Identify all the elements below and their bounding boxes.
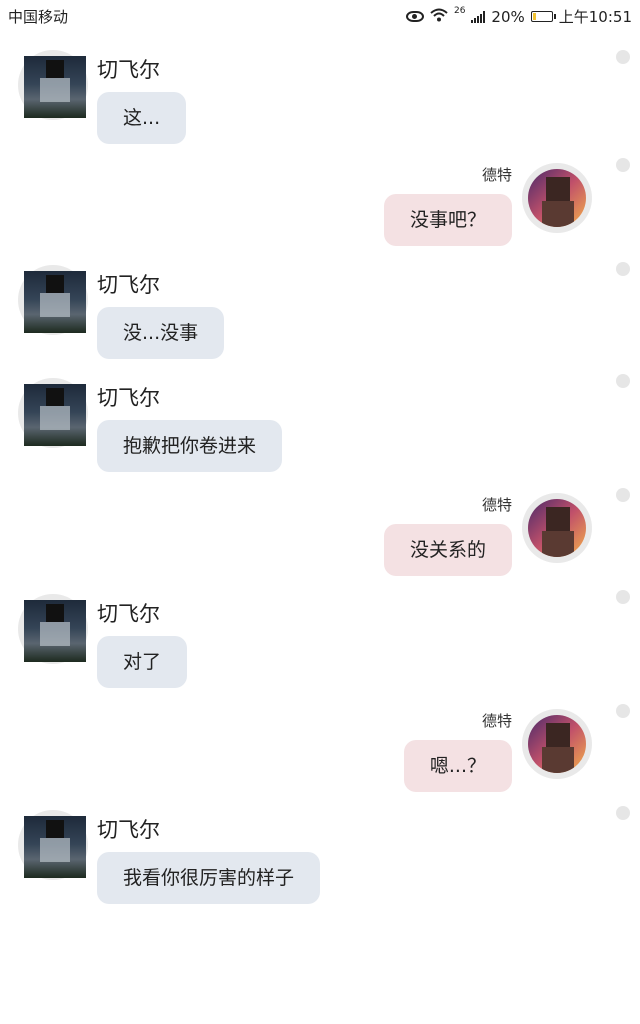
network-type-label: 26 bbox=[453, 6, 466, 16]
wifi-icon bbox=[430, 8, 448, 26]
status-dot bbox=[616, 806, 630, 820]
sender-name: 德特 bbox=[481, 496, 512, 514]
clock: 上午10:51 bbox=[558, 8, 632, 26]
battery-icon bbox=[530, 11, 556, 22]
sender-name: 切飞尔 bbox=[97, 273, 160, 297]
avatar-left[interactable] bbox=[18, 594, 88, 664]
status-bar: 中国移动 26 20% 上午10:51 bbox=[0, 0, 640, 32]
avatar-right[interactable] bbox=[522, 709, 592, 779]
status-dot bbox=[616, 488, 630, 502]
carrier-label: 中国移动 bbox=[8, 8, 69, 26]
message-bubble[interactable]: 没...没事 bbox=[97, 307, 225, 359]
avatar-left[interactable] bbox=[18, 378, 88, 448]
status-dot bbox=[616, 50, 630, 64]
status-dot bbox=[616, 158, 630, 172]
sender-name: 切飞尔 bbox=[97, 818, 160, 842]
message-bubble[interactable]: 对了 bbox=[97, 636, 188, 688]
battery-percent: 20% bbox=[491, 7, 525, 26]
sender-name: 切飞尔 bbox=[97, 386, 160, 410]
status-icons: 26 20% 上午10:51 bbox=[405, 6, 632, 27]
sender-name: 德特 bbox=[481, 712, 512, 730]
message-bubble[interactable]: 没关系的 bbox=[383, 524, 512, 576]
avatar-left[interactable] bbox=[18, 810, 88, 880]
avatar-left[interactable] bbox=[18, 50, 88, 120]
avatar-left[interactable] bbox=[18, 265, 88, 335]
avatar-right[interactable] bbox=[522, 163, 592, 233]
eye-comfort-icon bbox=[405, 11, 424, 22]
status-dot bbox=[616, 704, 630, 718]
sender-name: 切飞尔 bbox=[97, 58, 160, 82]
signal-icon bbox=[471, 10, 486, 23]
sender-name: 德特 bbox=[481, 166, 512, 184]
message-bubble[interactable]: 这... bbox=[97, 92, 187, 144]
status-dot bbox=[616, 262, 630, 276]
chat-screen: 中国移动 26 20% 上午10:51 切飞尔 这... 德特 没事吧？ 切飞尔… bbox=[0, 0, 640, 1024]
message-bubble[interactable]: 没事吧？ bbox=[383, 194, 512, 246]
message-bubble[interactable]: 嗯...？ bbox=[403, 740, 512, 792]
avatar-right[interactable] bbox=[522, 493, 592, 563]
message-bubble[interactable]: 我看你很厉害的样子 bbox=[97, 852, 321, 904]
status-dot bbox=[616, 374, 630, 388]
message-bubble[interactable]: 抱歉把你卷进来 bbox=[97, 420, 283, 472]
sender-name: 切飞尔 bbox=[97, 602, 160, 626]
status-dot bbox=[616, 590, 630, 604]
